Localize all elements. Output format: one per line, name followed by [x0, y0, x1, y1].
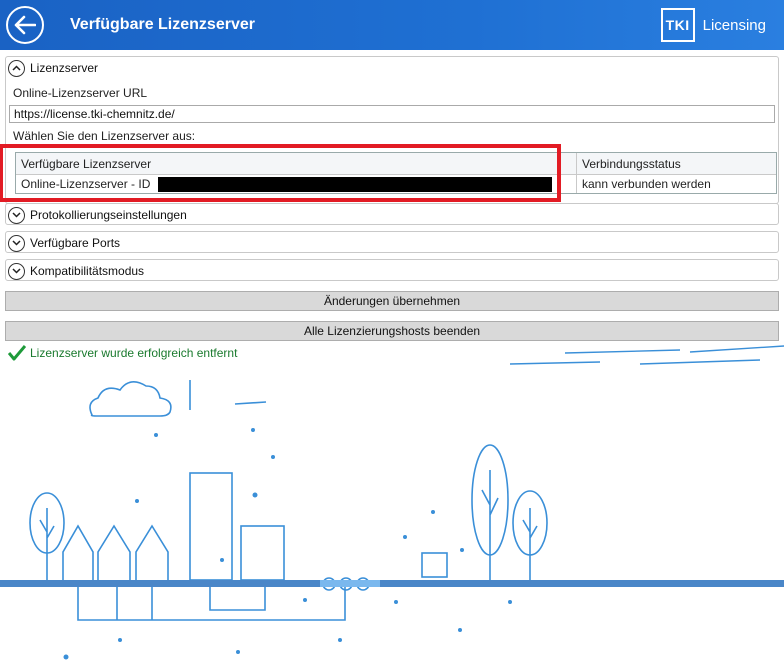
app-header: Verfügbare Lizenzserver TKI Licensing: [0, 0, 784, 50]
license-server-table: Verfügbare Lizenzserver Verbindungsstatu…: [15, 152, 777, 194]
select-label: Wählen Sie den Lizenzserver aus:: [13, 129, 196, 143]
city-illustration: [0, 345, 784, 660]
url-label: Online-Lizenzserver URL: [13, 86, 148, 100]
redacted-id: [158, 176, 553, 192]
chevron-down-icon: [8, 234, 25, 252]
brand-name: Licensing: [702, 16, 766, 34]
lizenzserver-section-header[interactable]: Lizenzserver: [6, 57, 778, 79]
stop-hosts-button[interactable]: Alle Lizenzierungshosts beenden: [5, 321, 779, 341]
apply-changes-button[interactable]: Änderungen übernehmen: [5, 291, 779, 311]
table-row[interactable]: Online-Lizenzserver - ID kann verbunden …: [16, 175, 776, 193]
back-button[interactable]: [6, 6, 44, 44]
chevron-down-icon: [8, 262, 25, 280]
section-title: Protokollierungseinstellungen: [30, 208, 187, 222]
server-name: Online-Lizenzserver - ID: [21, 177, 151, 191]
section-header-ports[interactable]: Verfügbare Ports: [6, 232, 778, 254]
section-title: Kompatibilitätsmodus: [30, 264, 145, 278]
column-header-status[interactable]: Verbindungsstatus: [577, 153, 776, 174]
table-header: Verfügbare Lizenzserver Verbindungsstatu…: [16, 153, 776, 175]
section-header-kompatibilitaet[interactable]: Kompatibilitätsmodus: [6, 260, 778, 282]
section-ports: Verfügbare Ports: [5, 231, 779, 253]
section-title: Verfügbare Ports: [30, 236, 121, 250]
tki-logo: TKI: [660, 8, 695, 42]
chevron-down-icon: [8, 206, 25, 224]
section-kompatibilitaet: Kompatibilitätsmodus: [5, 259, 779, 281]
column-header-server[interactable]: Verfügbare Lizenzserver: [16, 153, 577, 174]
section-title: Lizenzserver: [30, 61, 99, 75]
arrow-left-icon: [14, 15, 36, 35]
server-cell: Online-Lizenzserver - ID: [16, 175, 577, 193]
page-title: Verfügbare Lizenzserver: [70, 16, 255, 33]
status-cell: kann verbunden werden: [582, 177, 711, 191]
cloud-icon: [89, 381, 172, 417]
url-input[interactable]: [9, 105, 775, 123]
lizenzserver-section: Lizenzserver Online-Lizenzserver URL Wäh…: [5, 56, 779, 204]
brand: TKI Licensing: [660, 8, 766, 42]
section-protokollierung: Protokollierungseinstellungen: [5, 203, 779, 225]
section-header-protokollierung[interactable]: Protokollierungseinstellungen: [6, 204, 778, 226]
chevron-up-icon: [8, 59, 25, 77]
